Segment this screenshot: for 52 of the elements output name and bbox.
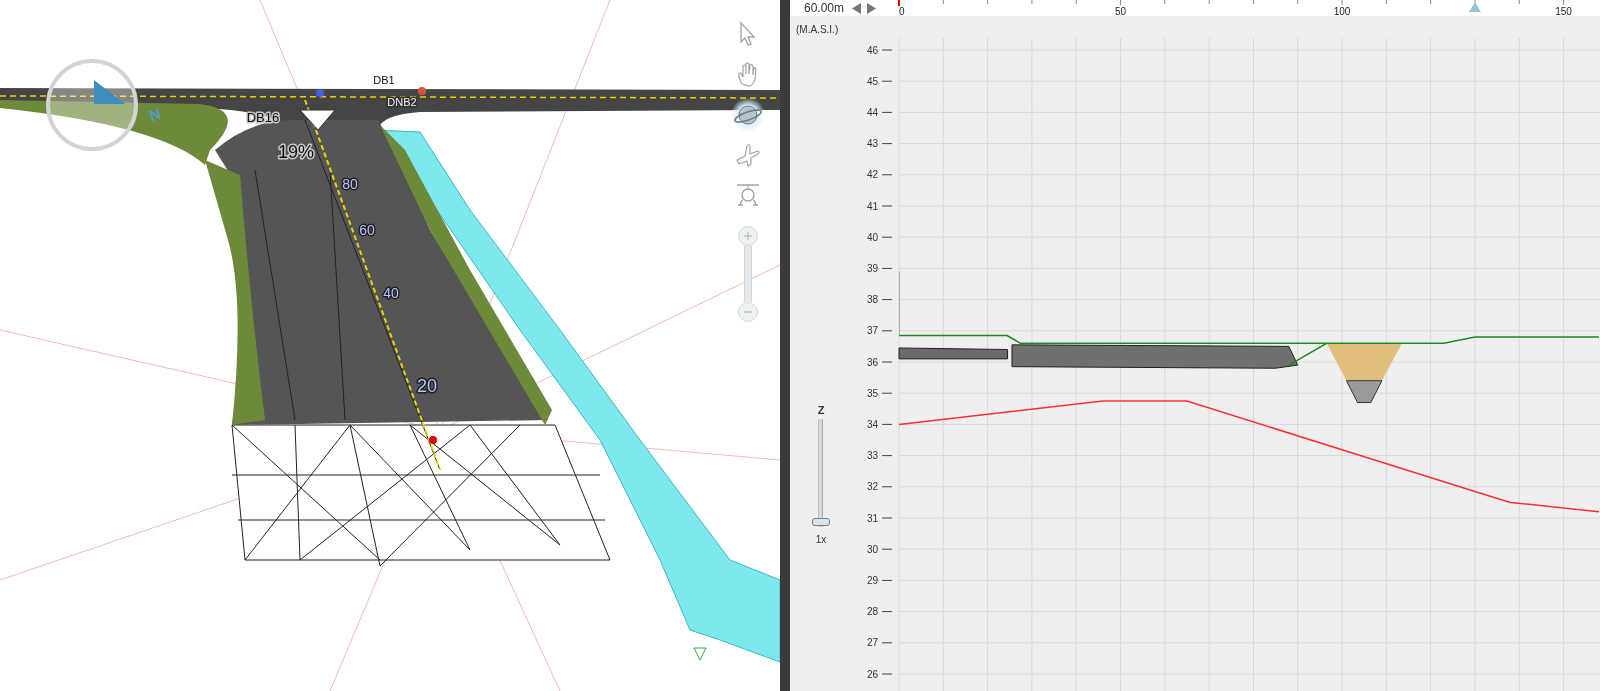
- right-triangle-icon: [865, 2, 876, 14]
- y-tick-label: 32: [866, 481, 878, 493]
- y-tick-label: 41: [866, 200, 878, 212]
- y-tick-label: 44: [866, 106, 878, 118]
- zoom-value: 1x: [815, 534, 827, 545]
- y-tick-label: 43: [866, 138, 878, 150]
- start-marker: [898, 0, 900, 6]
- scale-label: 60.00m: [804, 1, 845, 15]
- y-tick-label: 42: [866, 169, 878, 181]
- left-triangle-icon: [851, 2, 862, 14]
- x-tick-label: 0: [899, 6, 905, 17]
- position-marker-icon[interactable]: [1468, 2, 1481, 12]
- scroll-right-button[interactable]: [865, 2, 877, 14]
- scroll-left-button[interactable]: [851, 2, 863, 14]
- y-tick-label: 39: [866, 262, 878, 274]
- y-tick-label: 38: [866, 294, 878, 306]
- plus-icon: [743, 231, 753, 241]
- x-tick-label: 100: [1333, 6, 1351, 17]
- y-tick-label: 46: [866, 44, 878, 56]
- compass-needle-icon: [94, 80, 125, 104]
- y-tick-label: 33: [866, 450, 878, 462]
- x-tick-label: 150: [1555, 6, 1572, 17]
- map-label: DNB2: [387, 96, 417, 108]
- y-tick-label: 37: [866, 325, 878, 337]
- y-axis-unit: (M.A.S.I.): [796, 24, 839, 35]
- sign-icon: [299, 109, 336, 131]
- map-label: 19%: [278, 142, 314, 162]
- y-tick-label: 26: [866, 668, 878, 680]
- y-tick-label: 40: [866, 231, 878, 243]
- station-label: 60: [359, 222, 375, 238]
- zoom-slider-track[interactable]: [744, 246, 752, 302]
- y-tick-label: 35: [866, 387, 878, 399]
- zoom-in-button[interactable]: [738, 226, 758, 246]
- y-tick-label: 31: [866, 512, 878, 524]
- y-tick-label: 34: [866, 418, 878, 430]
- compass-label: N: [146, 104, 164, 125]
- map-label: DB1: [373, 74, 395, 86]
- station-label: 40: [383, 285, 399, 301]
- station-label: 20: [417, 376, 437, 396]
- station-label: 80: [342, 176, 358, 192]
- compass-ring[interactable]: [46, 59, 138, 151]
- slider-thumb[interactable]: [812, 518, 830, 526]
- tool-button[interactable]: [731, 98, 765, 132]
- y-tick-label: 45: [866, 75, 878, 87]
- zoom-out-button[interactable]: [738, 302, 758, 322]
- y-tick-label: 29: [866, 574, 878, 586]
- y-tick-label: 30: [866, 543, 878, 555]
- x-tick-label: 50: [1114, 6, 1127, 17]
- y-tick-label: 28: [866, 606, 878, 618]
- y-tick-label: 27: [866, 637, 878, 649]
- y-tick-label: 36: [866, 356, 878, 368]
- slider-label: Z: [817, 404, 825, 416]
